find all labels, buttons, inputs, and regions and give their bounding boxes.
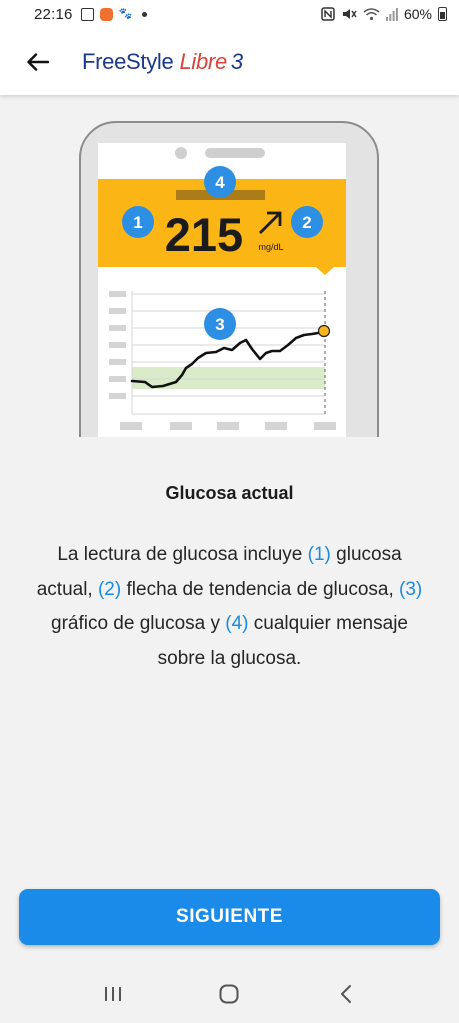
glucose-value: 215: [165, 208, 243, 261]
current-point: [317, 324, 331, 338]
image-icon: [80, 7, 94, 21]
ref-4: (4): [225, 613, 249, 634]
next-button[interactable]: SIGUIENTE: [19, 889, 440, 945]
app-header: FreeStyle Libre 3: [0, 28, 459, 95]
description-text: La lectura de glucosa incluye (1) glucos…: [36, 544, 423, 669]
ref-3: (3): [399, 578, 423, 600]
recent-apps-icon: [105, 987, 122, 1001]
svg-text:3: 3: [215, 315, 224, 334]
mute-icon: [342, 9, 357, 19]
back-icon: [340, 985, 351, 1003]
system-navigation-bar: [0, 965, 459, 1023]
svg-text:2: 2: [302, 213, 311, 232]
arrow-left-icon: [27, 52, 49, 71]
nav-back-button[interactable]: [326, 974, 366, 1014]
phone-illustration: 215 mg/dL 1 2 4 3: [79, 121, 379, 437]
phone-camera: [175, 147, 187, 159]
paw-icon: 🐾: [118, 7, 133, 20]
battery-icon: [438, 7, 447, 21]
nfc-icon: [321, 7, 335, 21]
marker-4: 4: [204, 166, 236, 198]
app-notification-icon: [99, 7, 113, 21]
signal-icon: [385, 8, 398, 21]
status-bar: 22:16 🐾 60%: [0, 0, 459, 28]
marker-3: 3: [204, 308, 236, 340]
marker-2: 2: [291, 206, 323, 238]
battery-percent: 60%: [403, 6, 432, 22]
dot-icon: [142, 11, 148, 17]
page-title: Glucosa actual: [165, 483, 294, 503]
brand-logo: FreeStyle Libre 3: [82, 48, 243, 74]
ref-2: (2): [97, 578, 122, 600]
phone-speaker: [205, 148, 265, 158]
home-button[interactable]: [209, 974, 249, 1014]
ref-1: (1): [307, 544, 331, 565]
glucose-unit: mg/dL: [258, 242, 283, 252]
recent-apps-button[interactable]: [93, 974, 133, 1014]
home-icon: [219, 984, 239, 1004]
wifi-icon: [363, 8, 380, 21]
back-button[interactable]: [18, 42, 58, 82]
marker-1: 1: [122, 206, 154, 238]
status-time: 22:16: [34, 5, 73, 23]
svg-text:4: 4: [215, 173, 225, 192]
svg-text:1: 1: [133, 213, 142, 232]
